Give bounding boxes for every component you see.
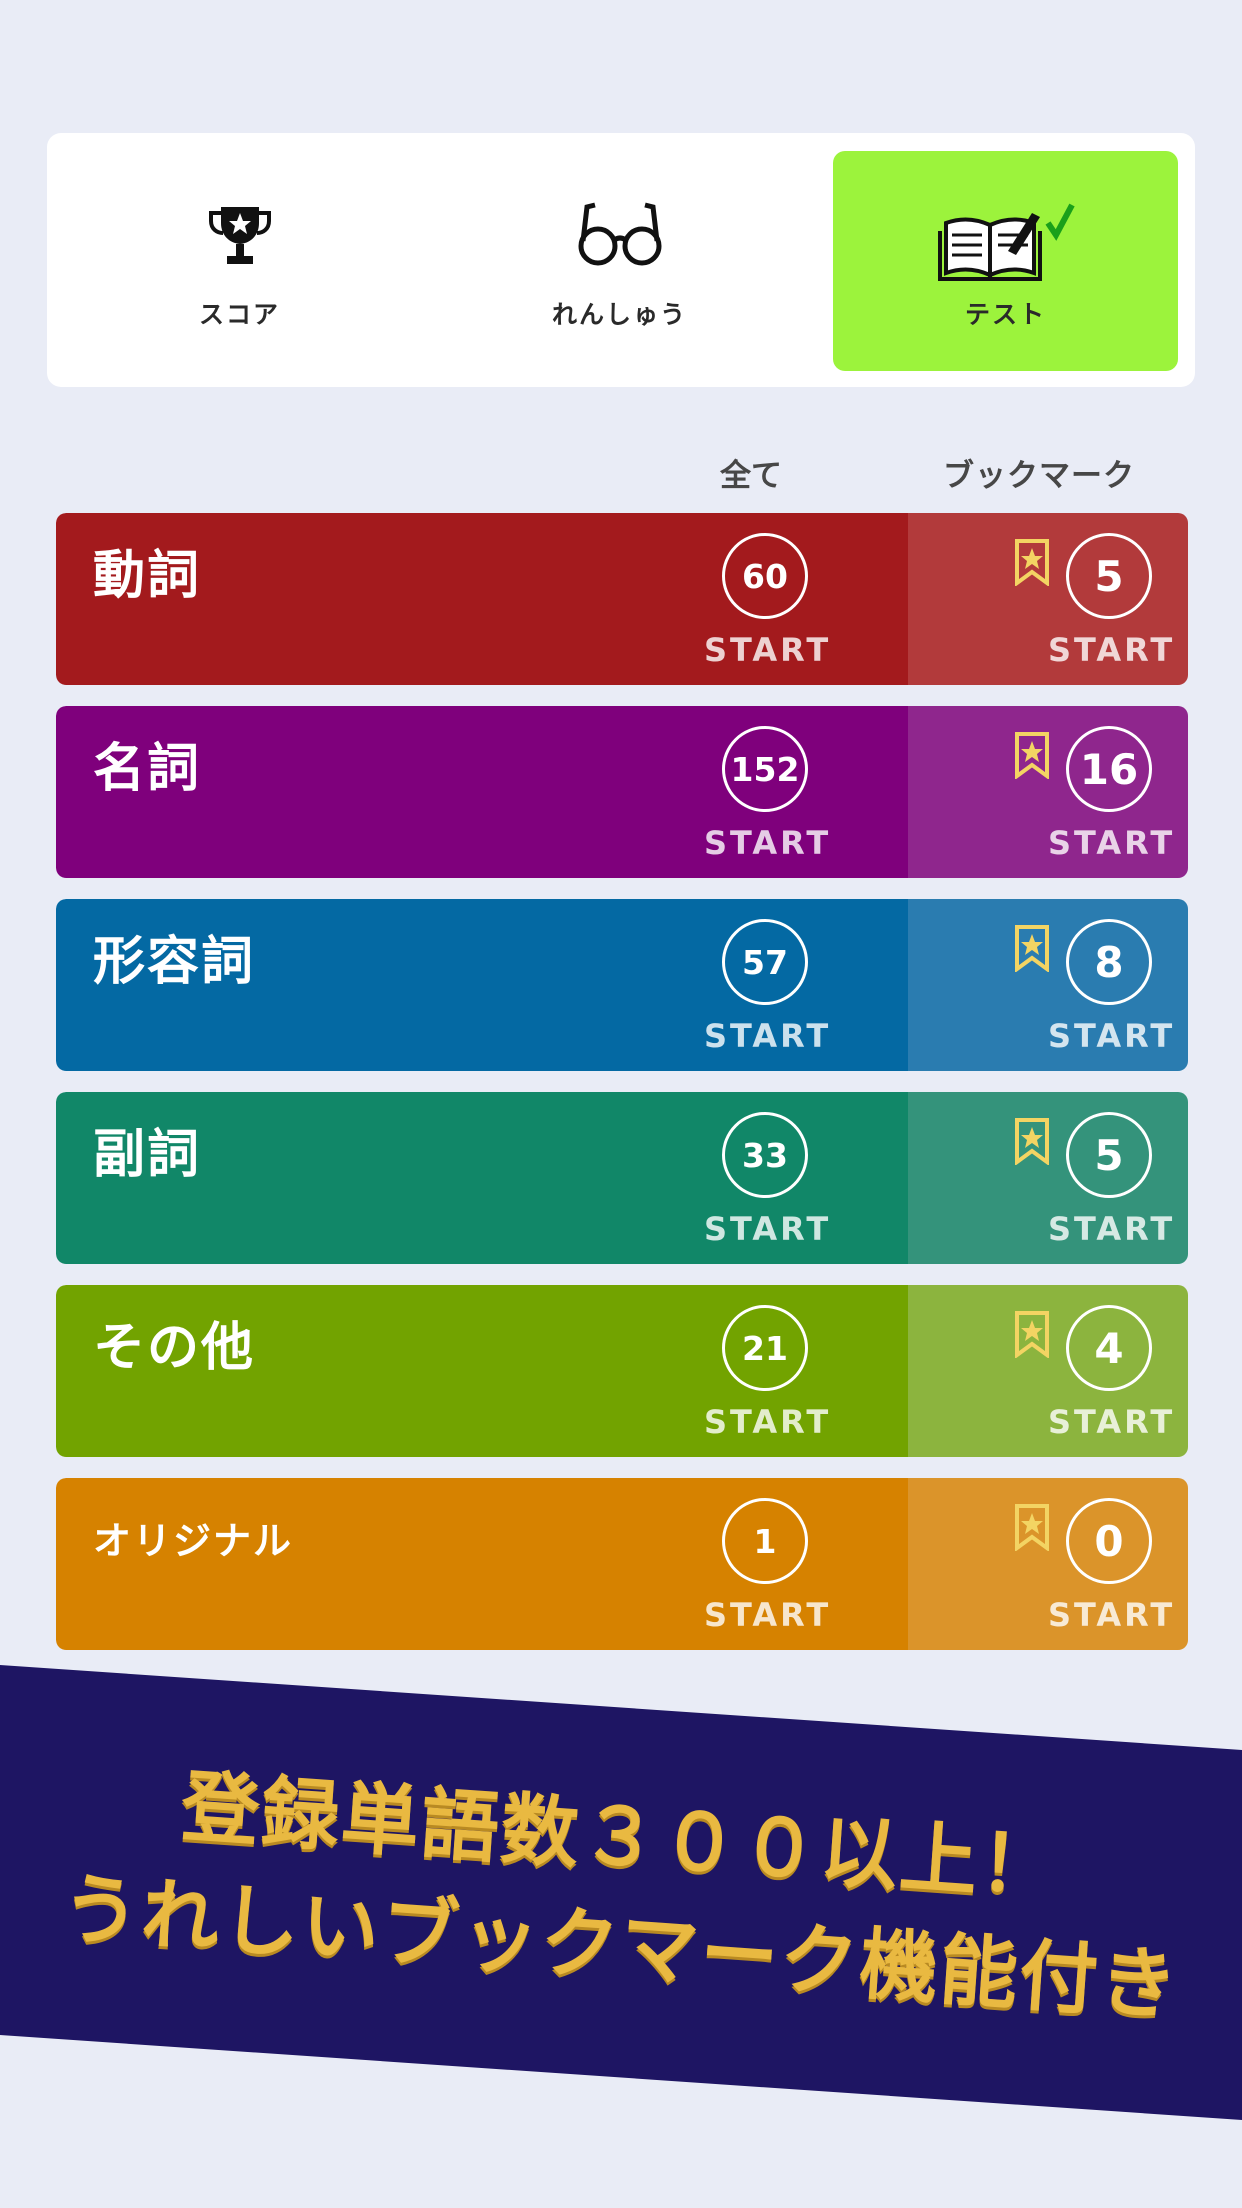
- category-title: 動詞: [93, 546, 202, 606]
- start-all-adverb-button[interactable]: 副詞 33 START: [56, 1092, 908, 1264]
- category-row-verb: 動詞 60 START 5 START: [56, 513, 1188, 685]
- start-label: START: [704, 631, 832, 669]
- bookmark-count-badge: 5: [1066, 1112, 1152, 1198]
- category-row-original: オリジナル 1 START 0 START: [56, 1478, 1188, 1650]
- bookmark-star-icon: [1014, 538, 1050, 590]
- start-label: START: [704, 1403, 832, 1441]
- start-label: START: [704, 1596, 832, 1634]
- word-count-badge: 152: [722, 726, 808, 812]
- start-label: START: [1048, 1210, 1176, 1248]
- bookmark-star-icon: [1014, 731, 1050, 783]
- bookmark-star-icon: [1014, 924, 1050, 976]
- start-all-other-button[interactable]: その他 21 START: [56, 1285, 908, 1457]
- start-label: START: [1048, 1403, 1176, 1441]
- start-bookmark-verb-button[interactable]: 5 START: [908, 513, 1188, 685]
- bookmark-star-icon: [1014, 1503, 1050, 1555]
- bookmark-count-badge: 16: [1066, 726, 1152, 812]
- category-row-adjective: 形容詞 57 START 8 START: [56, 899, 1188, 1071]
- start-bookmark-noun-button[interactable]: 16 START: [908, 706, 1188, 878]
- trophy-icon: [67, 201, 412, 279]
- bookmark-star-icon: [1014, 1310, 1050, 1362]
- category-row-other: その他 21 START 4 START: [56, 1285, 1188, 1457]
- start-bookmark-adjective-button[interactable]: 8 START: [908, 899, 1188, 1071]
- tab-test[interactable]: テスト: [833, 151, 1178, 371]
- bookmark-count-badge: 5: [1066, 533, 1152, 619]
- start-label: START: [1048, 824, 1176, 862]
- start-all-noun-button[interactable]: 名詞 152 START: [56, 706, 908, 878]
- category-title: 副詞: [93, 1125, 202, 1185]
- column-header-bookmark: ブックマーク: [943, 458, 1135, 494]
- word-count-badge: 60: [722, 533, 808, 619]
- tab-practice-label: れんしゅう: [551, 300, 687, 329]
- word-count-badge: 57: [722, 919, 808, 1005]
- start-all-original-button[interactable]: オリジナル 1 START: [56, 1478, 908, 1650]
- tab-score-label: スコア: [198, 300, 280, 329]
- start-label: START: [1048, 631, 1176, 669]
- tab-test-label: テスト: [964, 300, 1046, 329]
- category-title: 名詞: [93, 739, 202, 799]
- tab-score[interactable]: スコア: [67, 151, 412, 371]
- start-all-adjective-button[interactable]: 形容詞 57 START: [56, 899, 908, 1071]
- bookmark-count-badge: 8: [1066, 919, 1152, 1005]
- category-title: オリジナル: [93, 1519, 294, 1563]
- start-label: START: [704, 1210, 832, 1248]
- column-header-all: 全て: [720, 458, 782, 494]
- start-all-verb-button[interactable]: 動詞 60 START: [56, 513, 908, 685]
- category-title: その他: [93, 1318, 256, 1378]
- start-label: START: [1048, 1017, 1176, 1055]
- word-count-badge: 21: [722, 1305, 808, 1391]
- start-label: START: [704, 1017, 832, 1055]
- start-bookmark-other-button[interactable]: 4 START: [908, 1285, 1188, 1457]
- category-row-noun: 名詞 152 START 16 START: [56, 706, 1188, 878]
- bookmark-count-badge: 0: [1066, 1498, 1152, 1584]
- start-bookmark-adverb-button[interactable]: 5 START: [908, 1092, 1188, 1264]
- open-book-check-icon: [833, 201, 1178, 281]
- start-label: START: [704, 824, 832, 862]
- word-count-badge: 1: [722, 1498, 808, 1584]
- bookmark-count-badge: 4: [1066, 1305, 1152, 1391]
- start-bookmark-original-button[interactable]: 0 START: [908, 1478, 1188, 1650]
- tab-practice[interactable]: れんしゅう: [447, 151, 792, 371]
- category-title: 形容詞: [93, 932, 256, 992]
- mode-tab-bar: スコア れんしゅう テスト: [47, 133, 1195, 387]
- word-count-badge: 33: [722, 1112, 808, 1198]
- bookmark-star-icon: [1014, 1117, 1050, 1169]
- glasses-icon: [447, 201, 792, 279]
- start-label: START: [1048, 1596, 1176, 1634]
- category-row-adverb: 副詞 33 START 5 START: [56, 1092, 1188, 1264]
